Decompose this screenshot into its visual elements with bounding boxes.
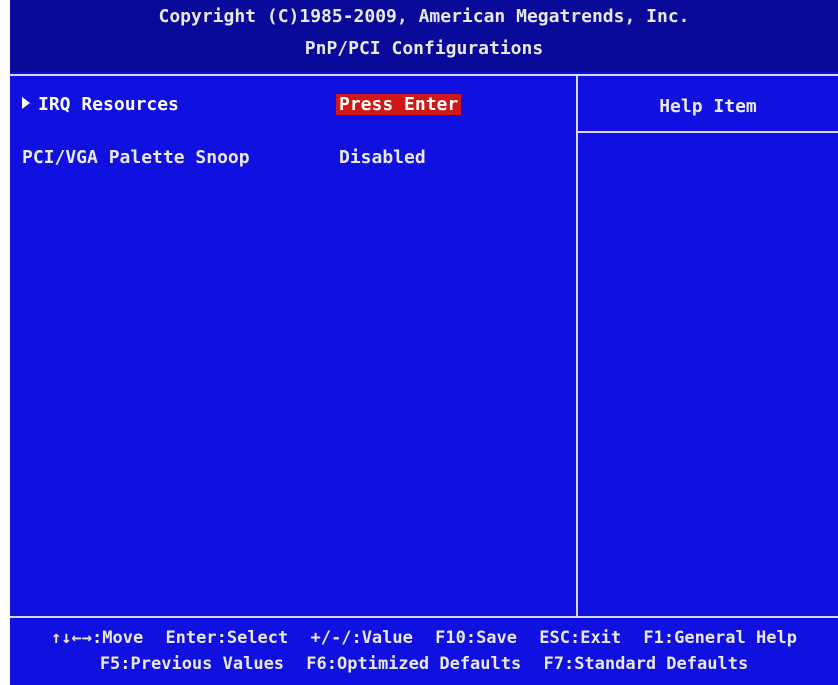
key-optimized-defaults: F6:Optimized Defaults (306, 654, 522, 674)
submenu-arrow-icon (22, 97, 30, 109)
help-panel-divider (576, 76, 578, 616)
key-legend-line-2: F5:Previous Values F6:Optimized Defaults… (10, 654, 838, 674)
irq-resources-label: IRQ Resources (38, 94, 179, 115)
pci-vga-palette-snoop-label: PCI/VGA Palette Snoop (22, 147, 250, 168)
key-exit: ESC:Exit (539, 628, 622, 648)
bios-header: Copyright (C)1985-2009, American Megatre… (10, 0, 838, 72)
key-move: ↑↓←→:Move (51, 628, 144, 648)
bios-screen: Copyright (C)1985-2009, American Megatre… (10, 0, 838, 685)
setting-row-pci-vga-palette-snoop[interactable]: PCI/VGA Palette Snoop Disabled (10, 147, 576, 173)
key-value: +/-/:Value (310, 628, 413, 648)
irq-resources-value[interactable]: Press Enter (336, 94, 462, 115)
help-item-title: Help Item (659, 96, 757, 117)
key-select: Enter:Select (165, 628, 289, 648)
key-save: F10:Save (435, 628, 518, 648)
key-previous-values: F5:Previous Values (99, 654, 285, 674)
help-title-divider (578, 131, 838, 133)
copyright-text: Copyright (C)1985-2009, American Megatre… (158, 6, 690, 27)
key-standard-defaults: F7:Standard Defaults (543, 654, 749, 674)
key-legend: ↑↓←→:Move Enter:Select +/-/:Value F10:Sa… (10, 620, 838, 685)
key-legend-line-1: ↑↓←→:Move Enter:Select +/-/:Value F10:Sa… (10, 628, 838, 648)
header-divider (10, 74, 838, 76)
key-general-help: F1:General Help (643, 628, 797, 648)
page-title: PnP/PCI Configurations (304, 38, 544, 59)
footer-divider (10, 616, 838, 618)
setting-label: IRQ Resources (22, 94, 179, 115)
pci-vga-palette-snoop-value[interactable]: Disabled (336, 147, 429, 168)
setting-row-irq-resources[interactable]: IRQ Resources Press Enter (10, 94, 576, 120)
